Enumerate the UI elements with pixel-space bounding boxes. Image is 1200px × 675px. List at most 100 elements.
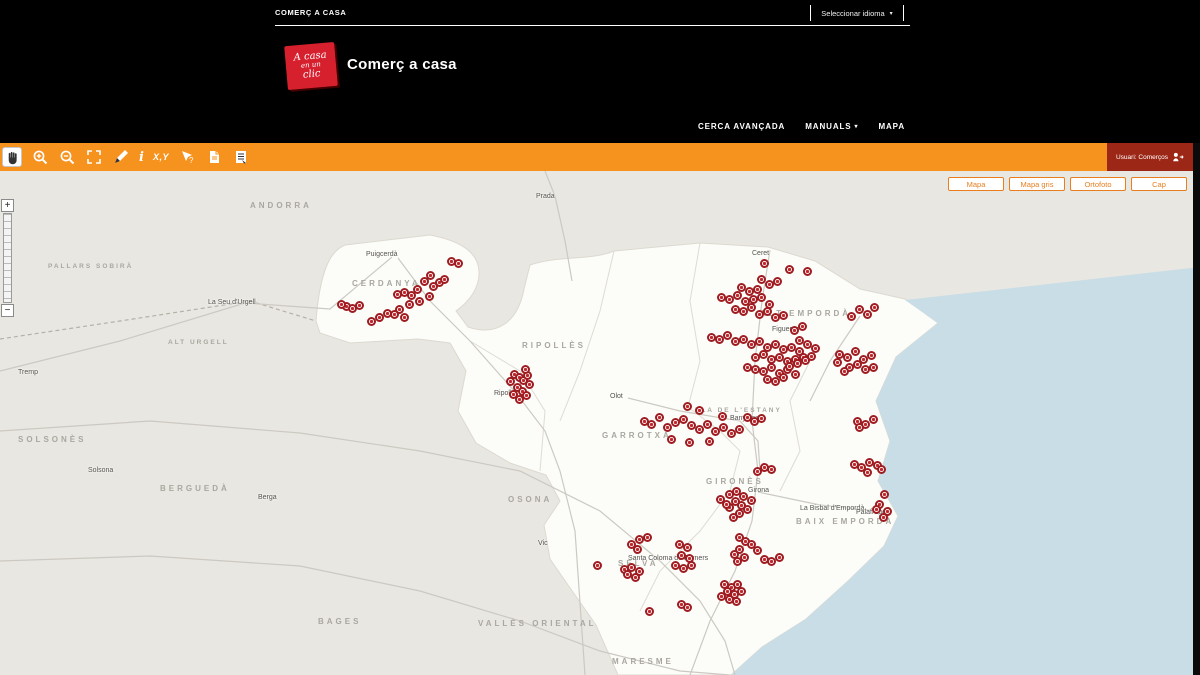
- measure-tool-button[interactable]: [112, 148, 130, 166]
- commerce-marker[interactable]: [798, 322, 807, 331]
- language-selector[interactable]: Seleccionar idioma ▾: [810, 5, 904, 21]
- zoom-in-tool-button[interactable]: [31, 148, 49, 166]
- commerce-marker[interactable]: [779, 311, 788, 320]
- export-pdf-tool-button[interactable]: [205, 148, 223, 166]
- commerce-marker[interactable]: [687, 561, 696, 570]
- commerce-marker[interactable]: [747, 496, 756, 505]
- commerce-marker[interactable]: [415, 297, 424, 306]
- commerce-marker[interactable]: [811, 344, 820, 353]
- commerce-marker[interactable]: [405, 300, 414, 309]
- commerce-marker[interactable]: [803, 267, 812, 276]
- commerce-marker[interactable]: [667, 435, 676, 444]
- basemap-button-mapa[interactable]: Mapa: [948, 177, 1004, 191]
- commerce-marker[interactable]: [867, 351, 876, 360]
- commerce-marker[interactable]: [643, 533, 652, 542]
- commerce-marker[interactable]: [760, 259, 769, 268]
- site-logo[interactable]: A casa en un clic: [284, 42, 338, 90]
- basemap-button-ortofoto[interactable]: Ortofoto: [1070, 177, 1126, 191]
- commerce-marker[interactable]: [775, 553, 784, 562]
- commerce-marker[interactable]: [695, 406, 704, 415]
- export-list-tool-button[interactable]: [232, 148, 250, 166]
- commerce-marker[interactable]: [843, 353, 852, 362]
- commerce-marker[interactable]: [683, 543, 692, 552]
- user-badge[interactable]: Usuari: Comerços: [1107, 143, 1193, 171]
- commerce-marker[interactable]: [757, 414, 766, 423]
- full-extent-tool-button[interactable]: [85, 148, 103, 166]
- commerce-marker[interactable]: [877, 465, 886, 474]
- info-tool-button[interactable]: i: [139, 148, 144, 166]
- zoom-out-tool-button[interactable]: [58, 148, 76, 166]
- commerce-marker[interactable]: [735, 425, 744, 434]
- commerce-marker[interactable]: [872, 505, 881, 514]
- commerce-marker[interactable]: [525, 380, 534, 389]
- commerce-marker[interactable]: [683, 603, 692, 612]
- commerce-marker[interactable]: [779, 373, 788, 382]
- commerce-marker[interactable]: [705, 437, 714, 446]
- commerce-marker[interactable]: [440, 275, 449, 284]
- commerce-marker[interactable]: [869, 363, 878, 372]
- right-scroll-strip[interactable]: [1193, 143, 1200, 675]
- commerce-marker[interactable]: [717, 592, 726, 601]
- commerce-marker[interactable]: [426, 271, 435, 280]
- commerce-marker[interactable]: [521, 365, 530, 374]
- commerce-marker[interactable]: [647, 420, 656, 429]
- commerce-marker[interactable]: [631, 573, 640, 582]
- zoom-slider[interactable]: [3, 213, 12, 303]
- commerce-marker[interactable]: [413, 285, 422, 294]
- zoom-in-button[interactable]: +: [1, 199, 14, 212]
- commerce-marker[interactable]: [454, 259, 463, 268]
- basemap-button-cap[interactable]: Cap: [1131, 177, 1187, 191]
- commerce-marker[interactable]: [733, 557, 742, 566]
- commerce-marker[interactable]: [716, 495, 725, 504]
- commerce-marker[interactable]: [683, 402, 692, 411]
- commerce-marker[interactable]: [703, 420, 712, 429]
- commerce-marker[interactable]: [870, 303, 879, 312]
- commerce-marker[interactable]: [383, 309, 392, 318]
- commerce-marker[interactable]: [791, 370, 800, 379]
- commerce-marker[interactable]: [337, 300, 346, 309]
- pan-tool-button[interactable]: [2, 147, 22, 167]
- commerce-marker[interactable]: [509, 390, 518, 399]
- nav-cerca-avancada[interactable]: CERCA AVANÇADA: [698, 122, 785, 131]
- commerce-marker[interactable]: [785, 265, 794, 274]
- commerce-marker[interactable]: [863, 310, 872, 319]
- commerce-marker[interactable]: [757, 293, 766, 302]
- commerce-marker[interactable]: [732, 597, 741, 606]
- map-canvas[interactable]: ANDORRAPALLARS SOBIRÀALT URGELLCERDANYAR…: [0, 171, 1200, 675]
- commerce-marker[interactable]: [633, 545, 642, 554]
- commerce-marker[interactable]: [851, 347, 860, 356]
- commerce-marker[interactable]: [855, 423, 864, 432]
- basemap-button-mapa-gris[interactable]: Mapa gris: [1009, 177, 1065, 191]
- commerce-marker[interactable]: [718, 412, 727, 421]
- commerce-marker[interactable]: [807, 352, 816, 361]
- nav-manuals[interactable]: MANUALS ▾: [805, 122, 858, 131]
- home-link[interactable]: COMERÇ A CASA: [275, 8, 346, 17]
- commerce-marker[interactable]: [737, 587, 746, 596]
- coordinates-tool-button[interactable]: X,Y: [153, 148, 169, 166]
- commerce-marker[interactable]: [593, 561, 602, 570]
- commerce-marker[interactable]: [863, 468, 872, 477]
- commerce-marker[interactable]: [880, 490, 889, 499]
- commerce-marker[interactable]: [833, 358, 842, 367]
- commerce-marker[interactable]: [753, 546, 762, 555]
- commerce-marker[interactable]: [685, 438, 694, 447]
- commerce-marker[interactable]: [425, 292, 434, 301]
- commerce-marker[interactable]: [355, 301, 364, 310]
- commerce-marker[interactable]: [743, 505, 752, 514]
- commerce-marker[interactable]: [879, 513, 888, 522]
- commerce-marker[interactable]: [729, 513, 738, 522]
- commerce-marker[interactable]: [753, 467, 762, 476]
- nav-mapa[interactable]: MAPA: [878, 122, 905, 131]
- commerce-marker[interactable]: [506, 377, 515, 386]
- commerce-marker[interactable]: [773, 277, 782, 286]
- zoom-out-button[interactable]: −: [1, 304, 14, 317]
- commerce-marker[interactable]: [645, 607, 654, 616]
- commerce-marker[interactable]: [869, 415, 878, 424]
- commerce-marker[interactable]: [747, 303, 756, 312]
- commerce-marker[interactable]: [840, 367, 849, 376]
- commerce-marker[interactable]: [847, 312, 856, 321]
- commerce-marker[interactable]: [655, 413, 664, 422]
- commerce-marker[interactable]: [767, 465, 776, 474]
- commerce-marker[interactable]: [400, 313, 409, 322]
- identify-tool-button[interactable]: ?: [178, 148, 196, 166]
